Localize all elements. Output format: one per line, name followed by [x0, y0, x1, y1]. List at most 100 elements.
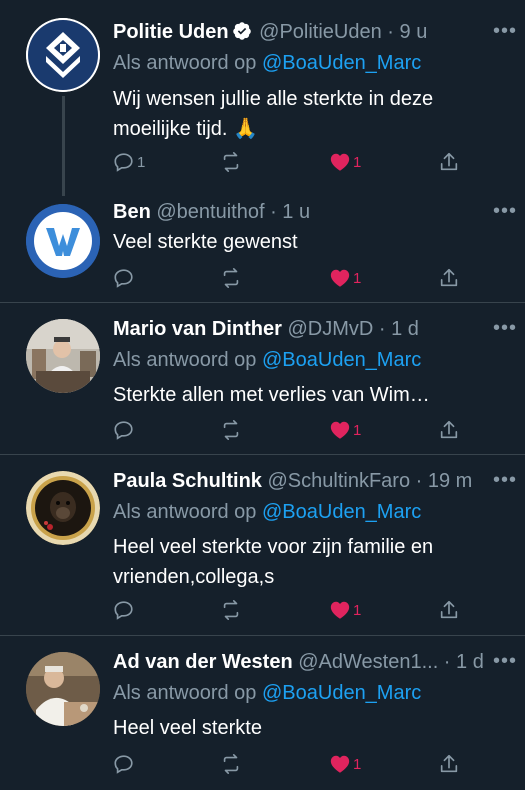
retweet-icon	[223, 152, 239, 172]
tweet-text: Veel sterkte gewenst	[113, 231, 298, 253]
tweet-text: Wij wensen jullie alle sterkte in deze m…	[113, 88, 434, 140]
tweet-ben[interactable]: Ben @bentuithof · 1 u ••• Veel sterkte g…	[0, 196, 525, 302]
profile-photo-icon	[26, 471, 100, 545]
retweet-icon	[223, 268, 239, 288]
profile-photo-icon	[26, 319, 100, 393]
tweet-ad-van-der-westen[interactable]: Ad van der Westen @AdWesten1... · 1 d ••…	[0, 636, 525, 790]
tweet-time[interactable]: 19 m	[428, 470, 472, 492]
tweet-header: Politie Uden @PolitieUden · 9 u	[113, 21, 428, 43]
like-button[interactable]: 1	[329, 150, 361, 174]
retweet-button[interactable]	[220, 150, 244, 174]
like-button[interactable]: 1	[329, 418, 361, 442]
reply-icon	[114, 755, 133, 774]
author-handle[interactable]: @AdWesten1...	[298, 651, 438, 673]
author-name[interactable]: Ad van der Westen	[113, 651, 293, 673]
reply-icon	[114, 153, 133, 172]
reply-icon	[114, 269, 133, 288]
tweet-header: Ben @bentuithof · 1 u	[113, 201, 311, 223]
author-name[interactable]: Politie Uden	[113, 21, 229, 43]
share-icon	[440, 268, 458, 287]
avatar[interactable]	[26, 471, 100, 545]
share-button[interactable]	[438, 150, 460, 174]
reply-count: 1	[137, 153, 146, 171]
tweet-actions: 1	[113, 418, 463, 442]
tweet-time[interactable]: 1 d	[391, 318, 419, 340]
avatar[interactable]	[26, 319, 100, 393]
like-count: 1	[353, 269, 362, 287]
retweet-button[interactable]	[220, 752, 244, 776]
avatar[interactable]	[26, 204, 100, 278]
heart-filled-icon	[330, 421, 350, 439]
tweet-time[interactable]: 1 u	[282, 201, 310, 223]
like-button[interactable]: 1	[329, 752, 361, 776]
avatar[interactable]	[26, 652, 100, 726]
more-options-icon[interactable]: •••	[493, 201, 517, 221]
tweet-time[interactable]: 9 u	[400, 21, 428, 43]
share-icon	[440, 754, 458, 773]
share-icon	[440, 152, 458, 171]
tweet-actions: 1	[113, 752, 463, 776]
share-icon	[440, 600, 458, 619]
heart-filled-icon	[330, 601, 350, 619]
heart-filled-icon	[330, 153, 350, 171]
tweet-text: Sterkte allen met verlies van Wim…	[113, 384, 430, 406]
reply-button[interactable]: 1	[113, 150, 145, 174]
tweet-header: Ad van der Westen @AdWesten1... · 1 d	[113, 651, 484, 673]
more-options-icon[interactable]: •••	[493, 21, 517, 41]
tweet-mario-van-dinther[interactable]: Mario van Dinther @DJMvD · 1 d ••• Als a…	[0, 303, 525, 454]
heart-filled-icon	[330, 755, 350, 773]
like-count: 1	[353, 601, 362, 619]
mention-link[interactable]: @BoaUden_Marc	[262, 349, 421, 371]
retweet-icon	[223, 600, 239, 620]
author-handle[interactable]: @bentuithof	[156, 201, 264, 223]
author-handle[interactable]: @DJMvD	[287, 318, 373, 340]
heart-filled-icon	[330, 269, 350, 287]
police-logo-icon	[26, 18, 100, 92]
tweet-politie-uden[interactable]: Politie Uden @PolitieUden · 9 u ••• Als …	[0, 0, 525, 196]
mention-link[interactable]: @BoaUden_Marc	[262, 52, 421, 74]
retweet-button[interactable]	[220, 418, 244, 442]
tweet-text: Heel veel sterkte	[113, 717, 262, 739]
reply-context: Als antwoord op @BoaUden_Marc	[113, 52, 422, 74]
tweet-paula-schultink[interactable]: Paula Schultink @SchultinkFaro · 19 m ••…	[0, 455, 525, 635]
author-handle[interactable]: @SchultinkFaro	[268, 470, 411, 492]
retweet-icon	[223, 420, 239, 440]
tweet-actions: 1	[113, 598, 463, 622]
reply-icon	[114, 421, 133, 440]
reply-button[interactable]	[113, 598, 137, 622]
share-button[interactable]	[438, 418, 460, 442]
author-name[interactable]: Mario van Dinther	[113, 318, 282, 340]
mention-link[interactable]: @BoaUden_Marc	[262, 501, 421, 523]
tweet-header: Paula Schultink @SchultinkFaro · 19 m	[113, 470, 473, 492]
reply-button[interactable]	[113, 266, 137, 290]
w-logo-icon	[26, 204, 100, 278]
author-name[interactable]: Paula Schultink	[113, 470, 262, 492]
author-handle[interactable]: @PolitieUden	[259, 21, 382, 43]
like-button[interactable]: 1	[329, 598, 361, 622]
reply-button[interactable]	[113, 418, 137, 442]
retweet-icon	[223, 754, 239, 774]
retweet-button[interactable]	[220, 598, 244, 622]
share-button[interactable]	[438, 598, 460, 622]
like-count: 1	[353, 755, 362, 773]
like-button[interactable]: 1	[329, 266, 361, 290]
tweet-time[interactable]: 1 d	[456, 651, 484, 673]
avatar[interactable]	[26, 18, 100, 92]
more-options-icon[interactable]: •••	[493, 470, 517, 490]
share-button[interactable]	[438, 752, 460, 776]
retweet-button[interactable]	[220, 266, 244, 290]
tweet-actions: 1 1	[113, 150, 463, 174]
like-count: 1	[353, 421, 362, 439]
share-icon	[440, 420, 458, 439]
more-options-icon[interactable]: •••	[493, 651, 517, 671]
tweet-actions: 1	[113, 266, 463, 290]
reply-button[interactable]	[113, 752, 137, 776]
reply-context: Als antwoord op @BoaUden_Marc	[113, 682, 422, 704]
reply-context: Als antwoord op @BoaUden_Marc	[113, 501, 422, 523]
tweet-text: Heel veel sterkte voor zijn familie en v…	[113, 536, 434, 588]
profile-photo-icon	[26, 652, 100, 726]
more-options-icon[interactable]: •••	[493, 318, 517, 338]
mention-link[interactable]: @BoaUden_Marc	[262, 682, 421, 704]
author-name[interactable]: Ben	[113, 201, 151, 223]
share-button[interactable]	[438, 266, 460, 290]
